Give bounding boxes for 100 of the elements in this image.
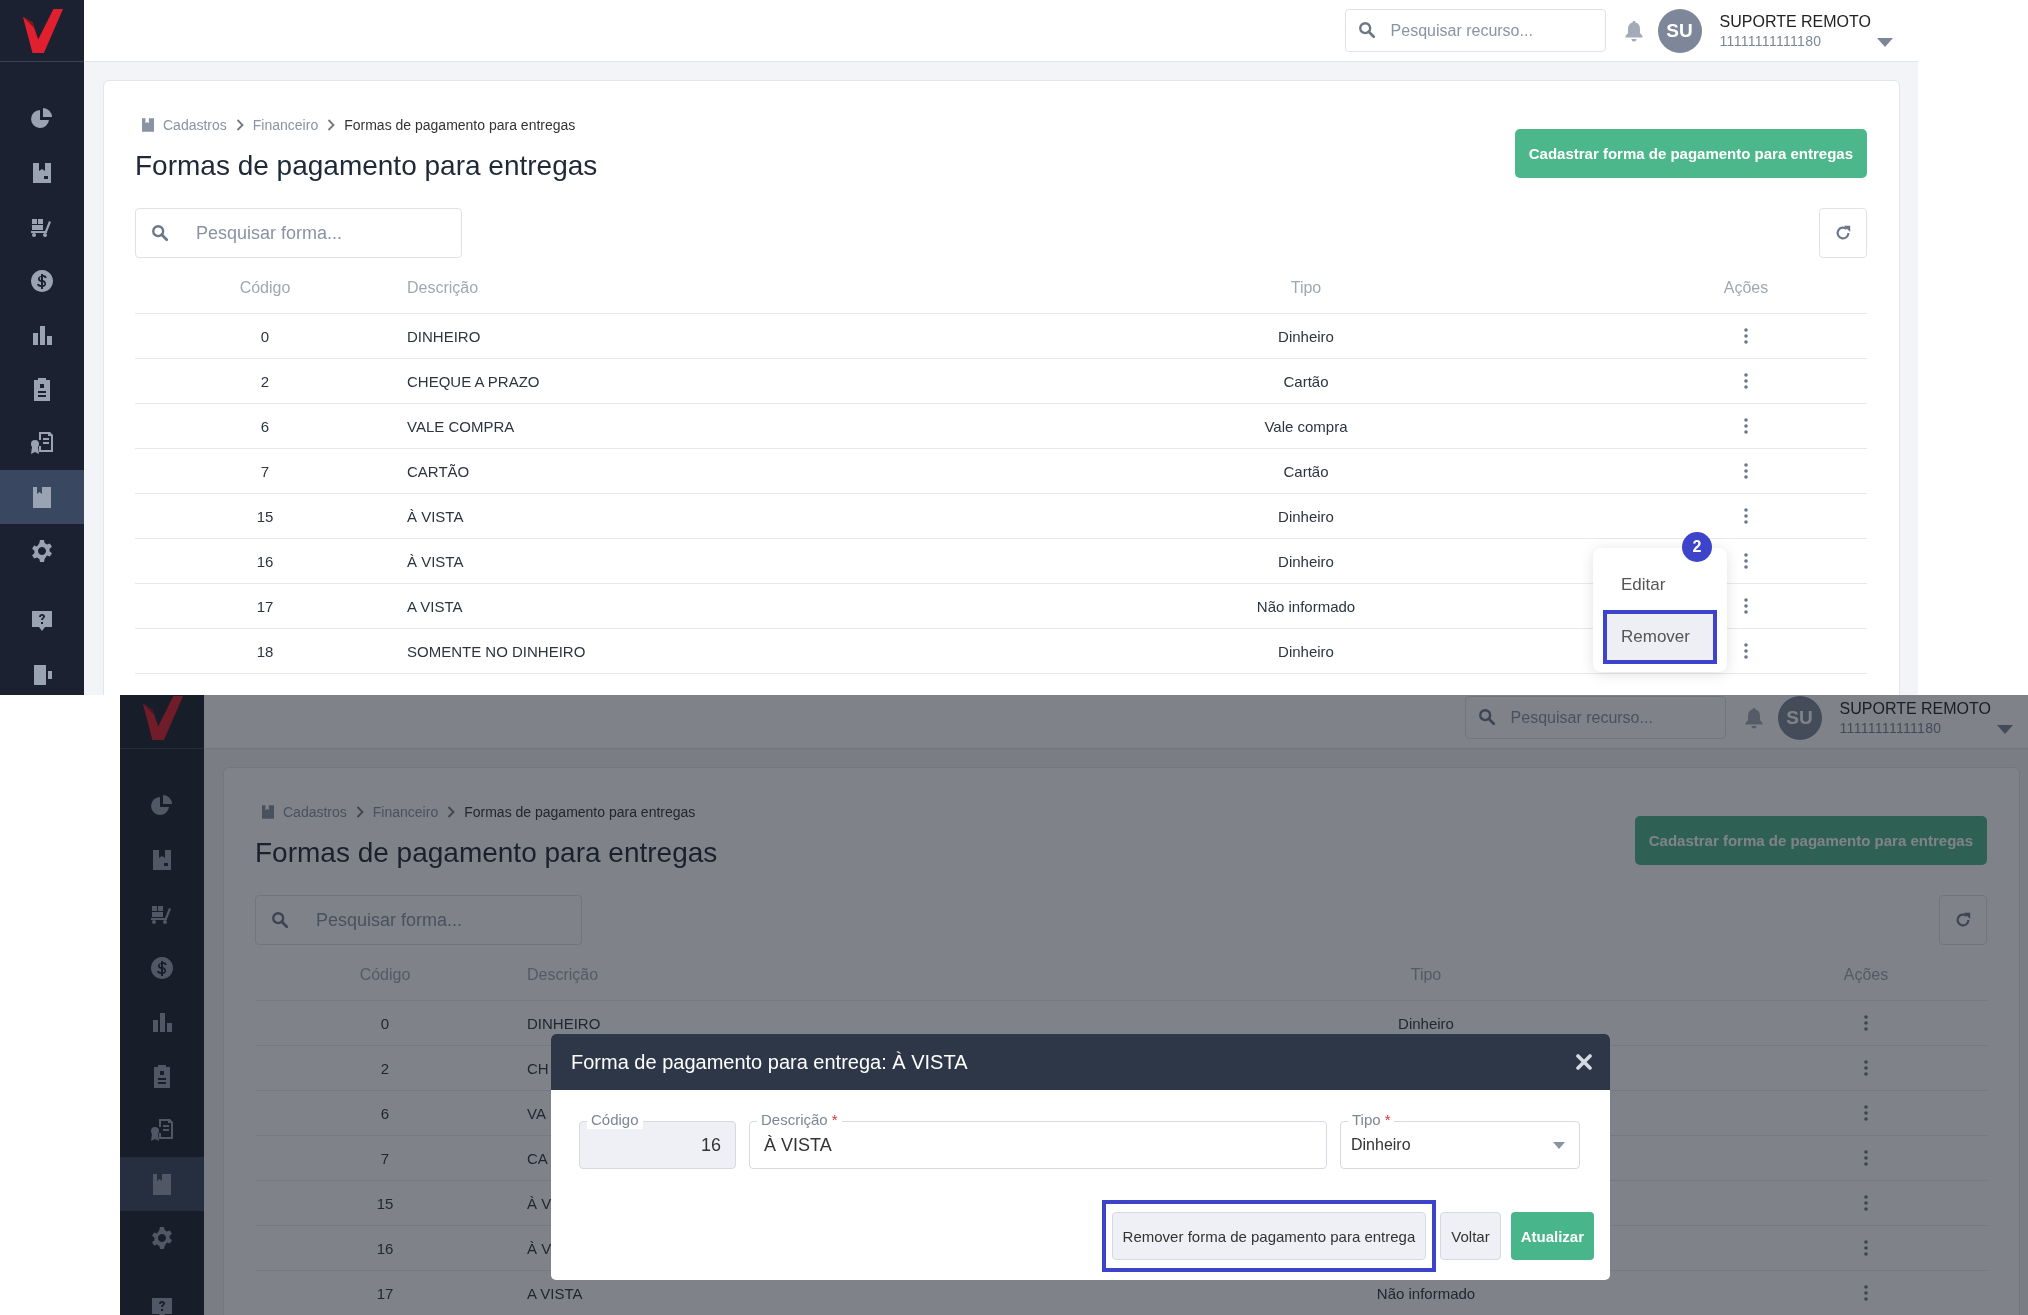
search-icon [151, 224, 169, 242]
document-badge-icon [30, 431, 54, 455]
vertical-dots-icon [1864, 1105, 1868, 1121]
table-cell-text: A VISTA [406, 597, 463, 615]
user-id: 11111111111180 [1839, 719, 1943, 736]
bar-chart-icon [150, 1010, 174, 1034]
search-field[interactable]: Pesquisar forma... [135, 208, 462, 258]
table-cell: Cartão [1283, 372, 1329, 390]
table-cell-text: DINHEIRO [406, 327, 481, 345]
table-cell: 15 [376, 1194, 394, 1212]
table-cell: 16 [376, 1239, 394, 1257]
user-name: SUPORTE REMOTO [1839, 699, 1991, 718]
table-cell: Cartão [1283, 462, 1329, 480]
field-label: Código [587, 1111, 643, 1129]
table-cell-text: À VISTA [406, 507, 464, 525]
row-actions-button[interactable] [1863, 1104, 1869, 1122]
chevron-right-icon [355, 806, 364, 818]
document-badge-icon [150, 1118, 174, 1142]
row-actions-button[interactable] [1743, 327, 1749, 345]
vertical-dots-icon [1744, 553, 1748, 569]
dollar-icon [150, 956, 174, 980]
table-cell: 0 [260, 327, 270, 345]
search-icon [271, 911, 289, 929]
vertical-dots-icon [1744, 508, 1748, 524]
menu-item[interactable]: Remover [1603, 610, 1717, 664]
user-avatar[interactable]: SU [1657, 8, 1702, 53]
vertical-dots-icon [1744, 463, 1748, 479]
page-title: Formas de pagamento para entregas [135, 149, 598, 183]
action-button[interactable]: Remover forma de pagamento para entrega [1111, 1212, 1427, 1260]
table-cell-text: VA [526, 1104, 546, 1122]
table-cell-text: CHEQUE A PRAZO [406, 372, 540, 390]
row-actions-button[interactable] [1863, 1284, 1869, 1302]
chevron-right-icon [327, 119, 336, 131]
resource-search-field[interactable]: Pesquisar recurso... [1344, 9, 1606, 52]
table-cell: Não informado [1256, 597, 1356, 615]
table-cell-text: CH [526, 1059, 549, 1077]
row-actions-button[interactable] [1863, 1014, 1869, 1032]
table-cell: 7 [260, 462, 270, 480]
row-actions-button[interactable] [1863, 1239, 1869, 1257]
pie-chart-icon [30, 107, 54, 131]
vertical-dots-icon [1864, 1285, 1868, 1301]
bell-icon[interactable] [1623, 19, 1644, 42]
table-cell-text: CA [526, 1149, 548, 1167]
breadcrumb-current: Formas de pagamento para entregas [344, 117, 576, 133]
create-button[interactable]: Cadastrar forma de pagamento para entregas [1634, 816, 1987, 865]
bookmark-box-icon [150, 848, 174, 872]
table-cell-text: DINHEIRO [526, 1014, 601, 1032]
column-header: Ações [1723, 279, 1769, 297]
settings-icon [30, 539, 54, 563]
table-cell: Dinheiro [1278, 507, 1334, 525]
caret-icon [1553, 1141, 1565, 1149]
create-button[interactable]: Cadastrar forma de pagamento para entregas [1514, 129, 1867, 178]
dollar-icon [30, 269, 54, 293]
row-actions-button[interactable] [1863, 1059, 1869, 1077]
menu-item[interactable]: Editar [1603, 568, 1717, 602]
column-header: Tipo [1290, 279, 1322, 297]
row-actions-button[interactable] [1743, 462, 1749, 480]
refresh-button[interactable] [1819, 208, 1867, 258]
caret-icon[interactable] [1877, 38, 1893, 47]
row-actions-button[interactable] [1863, 1149, 1869, 1167]
sidebar-item[interactable] [0, 470, 84, 524]
row-actions-button[interactable] [1743, 507, 1749, 525]
chevron-right-icon [447, 806, 456, 818]
book-icon [150, 1172, 174, 1196]
book-icon [142, 118, 154, 132]
table-cell: 18 [256, 642, 274, 660]
breadcrumb-link[interactable]: Cadastros [163, 117, 227, 133]
row-actions-button[interactable] [1743, 642, 1749, 660]
row-actions-button[interactable] [1743, 417, 1749, 435]
table-cell: 17 [376, 1284, 394, 1302]
dialog-title: Forma de pagamento para entrega: À VISTA [571, 1050, 968, 1074]
table-cell: 6 [380, 1104, 390, 1122]
row-actions-button[interactable] [1743, 372, 1749, 390]
table-cell-text: A VISTA [526, 1284, 583, 1302]
table-cell: 7 [380, 1149, 390, 1167]
row-actions-button[interactable] [1863, 1194, 1869, 1212]
settings-icon [150, 1226, 174, 1250]
action-button[interactable]: Atualizar [1510, 1212, 1594, 1260]
table-cell-text: CARTÃO [406, 462, 470, 480]
refresh-icon [1834, 224, 1852, 242]
book-icon [262, 805, 274, 819]
caret-icon[interactable] [1997, 725, 2013, 734]
breadcrumb-current: Formas de pagamento para entregas [464, 804, 696, 820]
field-label: Descrição * [757, 1111, 842, 1129]
table-cell-text: À V [526, 1239, 552, 1257]
refresh-icon [1954, 911, 1972, 929]
vertical-dots-icon [1864, 1015, 1868, 1031]
row-actions-button[interactable] [1743, 552, 1749, 570]
table-cell: Dinheiro [1278, 327, 1334, 345]
row-actions-button[interactable] [1743, 597, 1749, 615]
action-button[interactable]: Voltar [1440, 1212, 1501, 1260]
table-cell: 0 [380, 1014, 390, 1032]
vertical-dots-icon [1744, 418, 1748, 434]
vertical-dots-icon [1864, 1150, 1868, 1166]
refresh-button[interactable] [1939, 895, 1987, 945]
close-button[interactable] [1576, 1054, 1592, 1070]
book-icon [30, 485, 54, 509]
user-name: SUPORTE REMOTO [1719, 12, 1871, 31]
breadcrumb-link[interactable]: Financeiro [252, 117, 319, 133]
table-cell-text: À VISTA [406, 552, 464, 570]
